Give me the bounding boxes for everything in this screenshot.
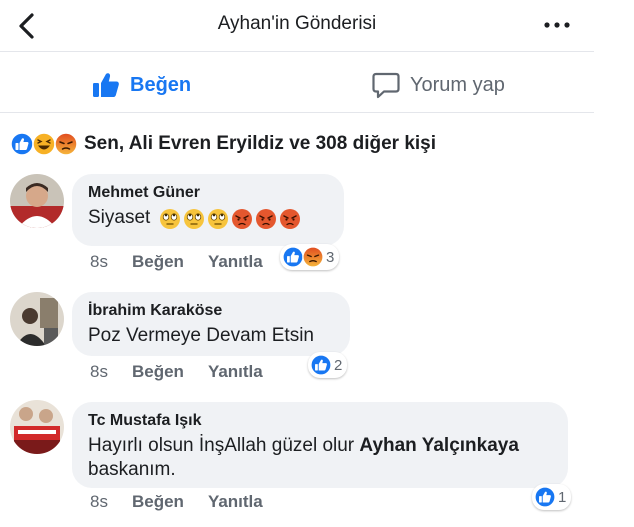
angry-emoji-icon <box>279 208 300 229</box>
comment-author[interactable]: Tc Mustafa Işık <box>88 412 552 430</box>
comment-reply-button[interactable]: Yanıtla <box>208 492 263 512</box>
angry-reaction-icon <box>54 132 78 156</box>
page-title: Ayhan'in Gönderisi <box>217 13 377 34</box>
comment-bubble[interactable]: Mehmet Güner Siyaset <box>72 174 344 246</box>
like-button[interactable]: Beğen <box>92 71 191 99</box>
comment-bubble-icon <box>372 72 400 99</box>
comment-button-label: Yorum yap <box>410 73 505 96</box>
like-button-label: Beğen <box>130 73 192 96</box>
comment-like-button[interactable]: Beğen <box>132 492 184 512</box>
like-reaction-icon <box>534 486 556 508</box>
comment-reply-button[interactable]: Yanıtla <box>208 252 263 272</box>
comment-reaction-count: 2 <box>334 356 343 374</box>
avatar[interactable] <box>10 174 64 228</box>
comment-text: Siyaset <box>88 207 151 228</box>
comment-reactions[interactable]: 2 <box>308 352 348 378</box>
comment-reactions[interactable]: 1 <box>532 484 572 510</box>
comment-timestamp[interactable]: 8s <box>90 492 108 512</box>
avatar[interactable] <box>10 292 64 346</box>
mention-link[interactable]: Ayhan Yalçınkaya <box>359 435 519 456</box>
comment-author[interactable]: İbrahim Karaköse <box>88 302 334 320</box>
like-reaction-icon <box>310 354 332 376</box>
comment-emojis <box>159 208 301 230</box>
comment-author[interactable]: Mehmet Güner <box>88 184 328 202</box>
comment-timestamp[interactable]: 8s <box>90 252 108 272</box>
post-action-bar: Beğen Yorum yap <box>0 53 594 113</box>
rolling-eyes-emoji-icon <box>159 208 180 229</box>
comment-reaction-count: 3 <box>326 248 335 266</box>
comment-meta: 8s Beğen Yanıtla <box>90 252 263 272</box>
comment-timestamp[interactable]: 8s <box>90 362 108 382</box>
comment-button[interactable]: Yorum yap <box>372 71 505 99</box>
user-avatar-icon <box>10 292 64 346</box>
more-options-button[interactable] <box>540 12 574 38</box>
comment-text-part: baskanım. <box>88 459 176 480</box>
like-reaction-icon <box>10 132 34 156</box>
comment-text: Hayırlı olsun İnşAllah güzel olur Ayhan … <box>88 435 519 480</box>
haha-reaction-icon <box>32 132 56 156</box>
rolling-eyes-emoji-icon <box>207 208 228 229</box>
angry-emoji-icon <box>255 208 276 229</box>
comment-like-button[interactable]: Beğen <box>132 252 184 272</box>
reaction-icons <box>10 132 78 156</box>
avatar[interactable] <box>10 400 64 454</box>
comment-meta: 8s Beğen Yanıtla <box>90 492 263 512</box>
comment-reactions[interactable]: 3 <box>280 244 340 270</box>
user-avatar-icon <box>10 400 64 454</box>
like-reaction-icon <box>282 246 304 268</box>
comment-bubble[interactable]: İbrahim Karaköse Poz Vermeye Devam Etsin <box>72 292 350 356</box>
reactions-summary[interactable]: Sen, Ali Evren Eryildiz ve 308 diğer kiş… <box>10 130 436 158</box>
reactions-summary-text: Sen, Ali Evren Eryildiz ve 308 diğer kiş… <box>84 133 437 154</box>
rolling-eyes-emoji-icon <box>183 208 204 229</box>
post-header: Ayhan'in Gönderisi <box>0 0 594 52</box>
angry-reaction-icon <box>302 246 324 268</box>
comment-text: Poz Vermeye Devam Etsin <box>88 325 314 346</box>
thumbs-up-icon <box>93 73 119 97</box>
comment-bubble[interactable]: Tc Mustafa Işık Hayırlı olsun İnşAllah g… <box>72 402 568 488</box>
user-avatar-icon <box>10 174 64 228</box>
comment-reaction-count: 1 <box>558 488 567 506</box>
comment-like-button[interactable]: Beğen <box>132 362 184 382</box>
comment-reply-button[interactable]: Yanıtla <box>208 362 263 382</box>
more-horizontal-icon <box>544 22 570 28</box>
comment-meta: 8s Beğen Yanıtla <box>90 362 263 382</box>
angry-emoji-icon <box>231 208 252 229</box>
comment-text-part: Hayırlı olsun İnşAllah güzel olur <box>88 435 360 456</box>
